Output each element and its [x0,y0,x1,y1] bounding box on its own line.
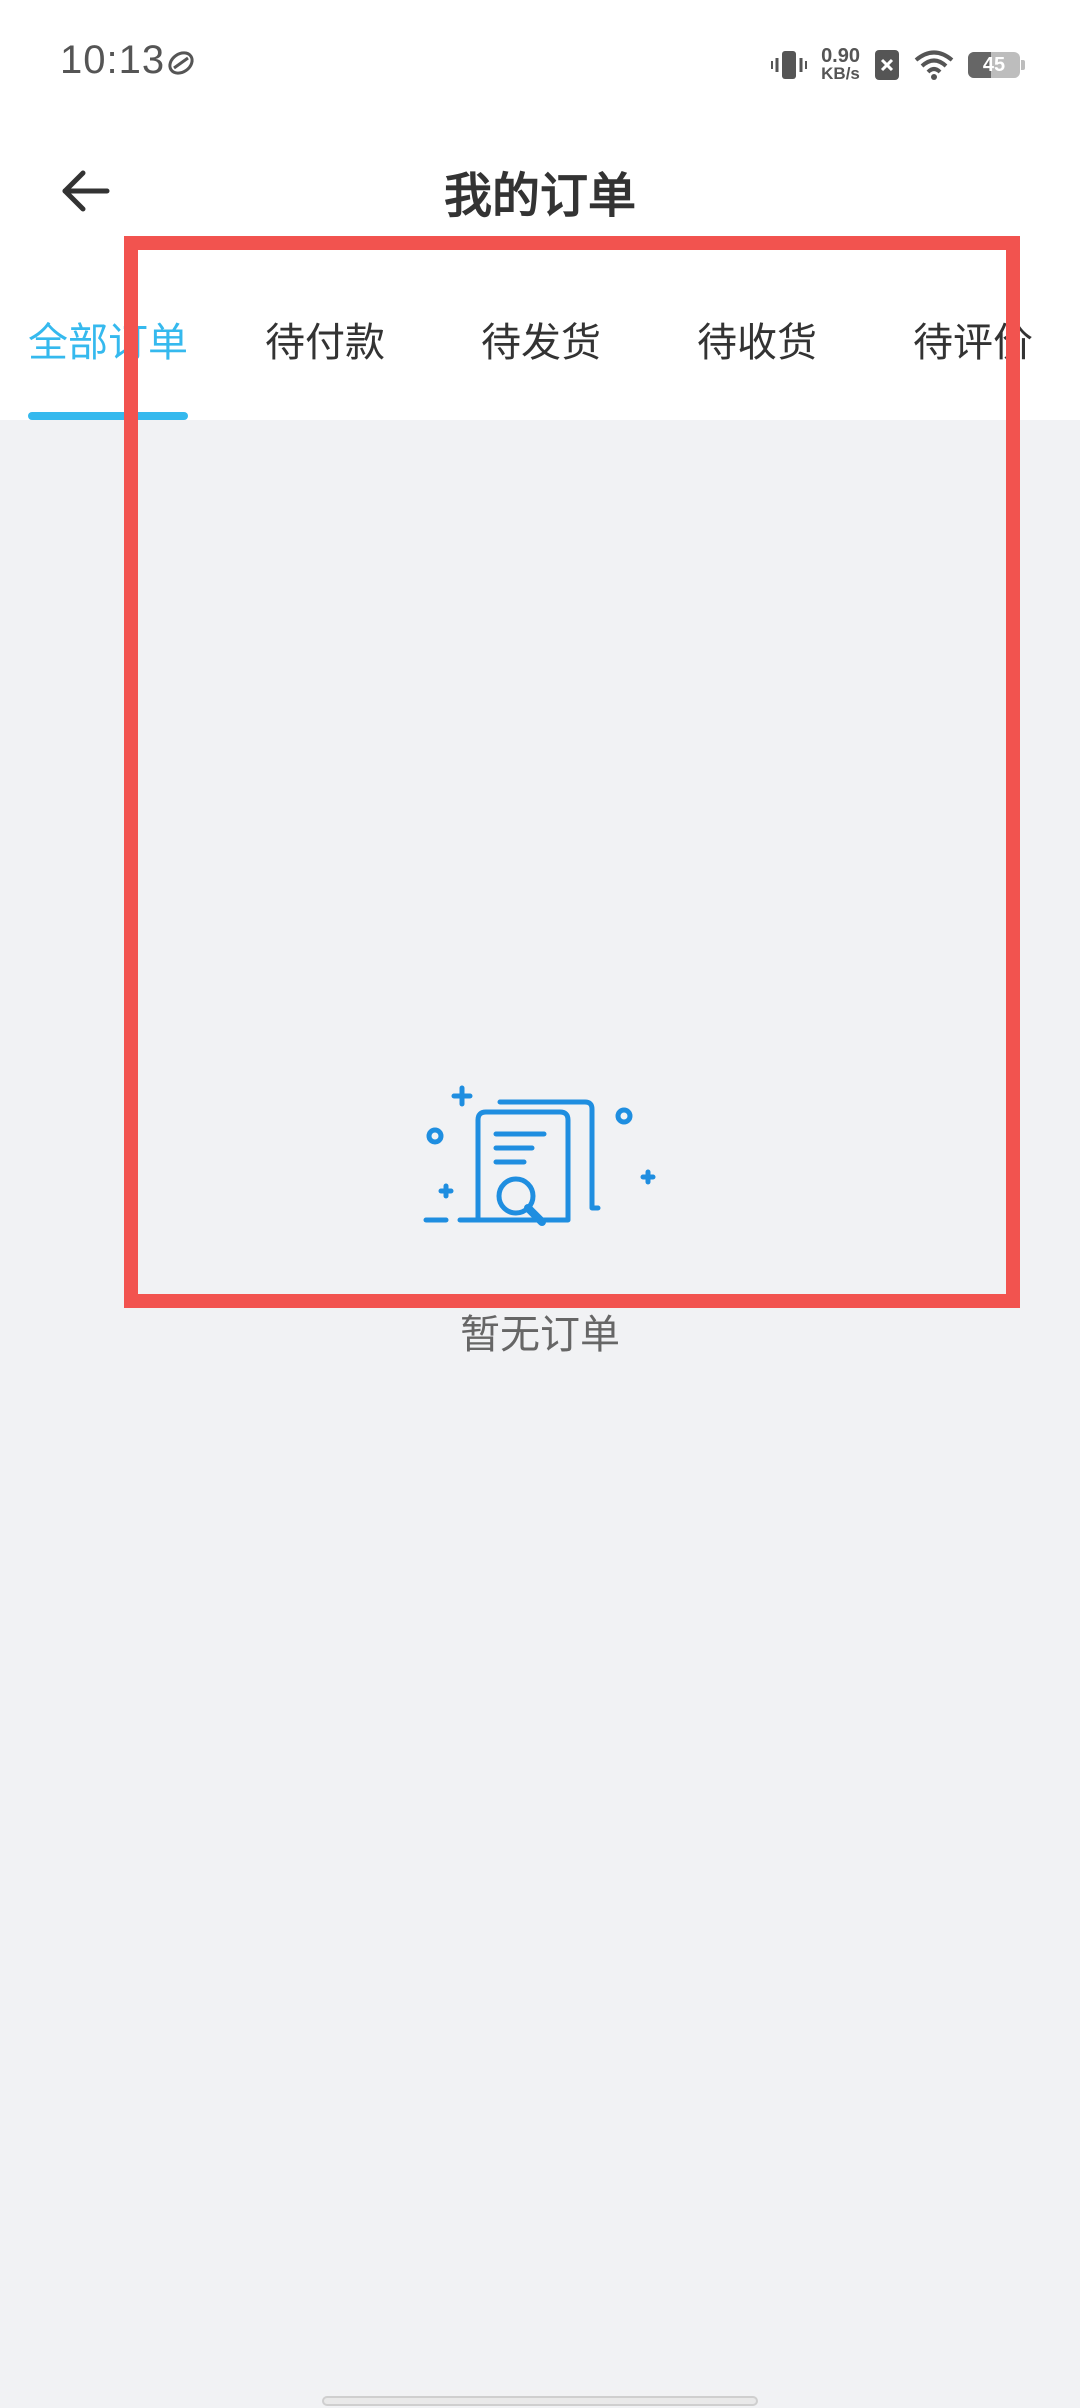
tab-pending-receipt[interactable]: 待收货 [697,258,817,420]
tab-pending-review[interactable]: 待评价 [913,258,1033,420]
orders-page: 10:13 0.90 KB/s 45 我的订单 全部订单 待付款 待发货 待收货… [0,0,1080,2408]
tab-pending-shipment[interactable]: 待发货 [481,258,601,420]
wifi-icon [914,50,954,80]
status-icons: 0.90 KB/s 45 [771,40,1025,90]
tab-all-orders[interactable]: 全部订单 [28,258,188,420]
network-speed: 0.90 KB/s [821,45,860,83]
order-tabs: 全部订单 待付款 待发货 待收货 待评价 [0,258,1080,420]
header: 我的订单 [0,128,1080,258]
status-bar: 10:13 0.90 KB/s 45 [0,0,1080,128]
network-speed-unit: KB/s [821,64,860,83]
page-title: 我的订单 [443,168,636,224]
sim-disabled-icon [875,50,899,80]
empty-state-message: 暂无订单 [460,1312,620,1358]
status-time: 10:13 [60,38,166,82]
home-indicator[interactable] [322,2396,758,2406]
vibrate-icon [771,51,808,79]
battery-level: 45 [982,54,1006,76]
nfc-icon [168,51,194,75]
battery-tip [1021,60,1025,70]
network-speed-value: 0.90 [821,45,860,67]
battery-icon: 45 [968,52,1025,78]
document-search-icon [423,1085,656,1226]
tab-pending-payment[interactable]: 待付款 [265,258,385,420]
active-tab-indicator [28,412,188,420]
